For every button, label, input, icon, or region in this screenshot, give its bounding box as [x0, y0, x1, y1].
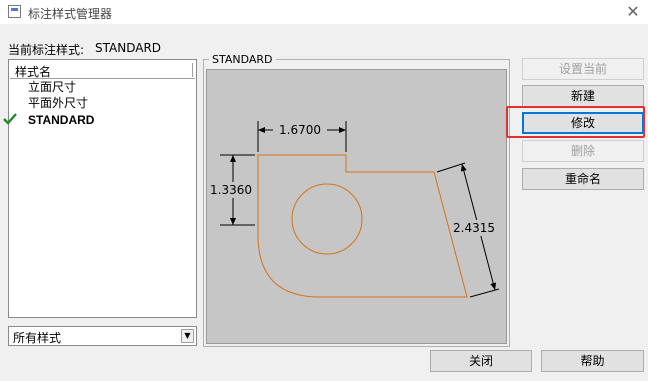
- current-style-label: 当前标注样式:: [8, 43, 85, 57]
- dropdown-arrow-icon[interactable]: ▼: [181, 329, 194, 343]
- close-button[interactable]: 关闭: [430, 350, 532, 372]
- set-current-button[interactable]: 设置当前: [522, 58, 644, 80]
- delete-button[interactable]: 删除: [522, 140, 644, 162]
- app-icon: [8, 5, 21, 18]
- column-resize-handle[interactable]: [192, 63, 198, 77]
- checkmark-icon: [3, 113, 17, 125]
- highlight-box: [506, 106, 645, 138]
- list-header-label: 样式名: [15, 65, 52, 79]
- right-dimension-text: 2.4315: [453, 221, 495, 235]
- close-icon[interactable]: ✕: [622, 2, 644, 22]
- title-bar: 标注样式管理器 ✕: [0, 0, 648, 24]
- list-item[interactable]: 立面尺寸: [28, 79, 76, 95]
- filter-value: 所有样式: [13, 331, 62, 345]
- dimension-preview-drawing: 1.6700 1.3360 2.4315: [210, 121, 500, 298]
- preview-group-label: STANDARD: [209, 53, 276, 66]
- current-style-value: STANDARD: [95, 41, 162, 55]
- left-dimension-text: 1.3360: [210, 183, 252, 197]
- window-title: 标注样式管理器: [28, 7, 113, 21]
- list-item[interactable]: 平面外尺寸: [28, 95, 88, 111]
- list-header[interactable]: 样式名: [10, 61, 195, 79]
- rename-button[interactable]: 重命名: [522, 168, 644, 190]
- style-filter-select[interactable]: 所有样式 ▼: [8, 326, 197, 346]
- new-button[interactable]: 新建: [522, 85, 644, 107]
- preview-canvas: 1.6700 1.3360 2.4315: [206, 69, 507, 344]
- part-hole: [291, 183, 363, 255]
- part-outline: [257, 154, 468, 298]
- help-button[interactable]: 帮助: [541, 350, 644, 372]
- top-dimension-text: 1.6700: [279, 123, 321, 137]
- list-item-selected[interactable]: STANDARD: [28, 112, 94, 128]
